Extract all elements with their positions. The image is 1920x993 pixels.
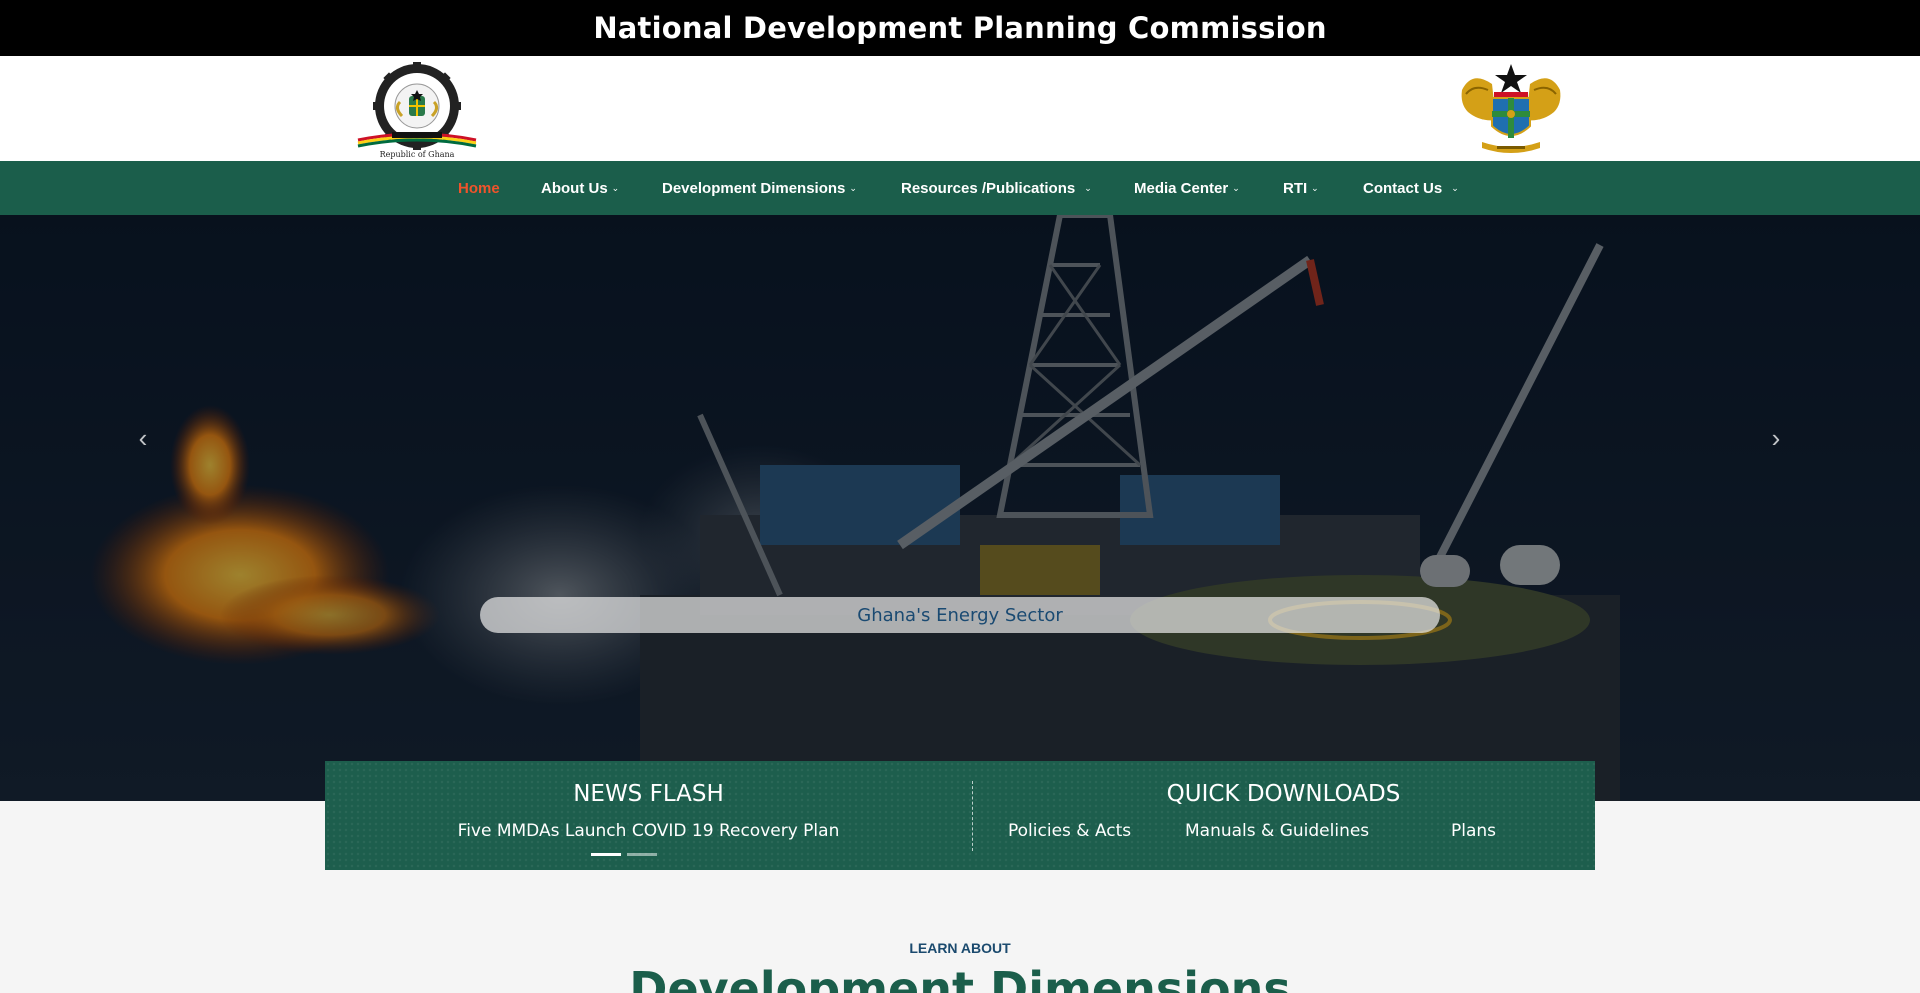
quick-downloads-title: QUICK DOWNLOADS <box>1166 781 1401 807</box>
nav-about-us[interactable]: About Us ⌄ <box>541 161 619 215</box>
nav-development-dimensions-label: Development Dimensions <box>662 179 846 197</box>
nav-media-center[interactable]: Media Center ⌄ <box>1134 161 1240 215</box>
download-policies-acts-link[interactable]: Policies & Acts <box>1008 821 1131 841</box>
news-slide-indicator-1[interactable] <box>591 853 621 856</box>
news-slide-indicator-2[interactable] <box>627 853 657 856</box>
learn-about-label: LEARN ABOUT <box>909 940 1011 956</box>
chevron-down-icon: ⌄ <box>1232 182 1240 193</box>
nav-rti-label: RTI <box>1283 179 1308 197</box>
nav-resources-publications[interactable]: Resources /Publications ⌄ <box>901 161 1092 215</box>
carousel-prev-button[interactable]: ‹ <box>128 423 158 453</box>
development-dimensions-heading: Development Dimensions <box>629 962 1291 993</box>
nav-media-center-label: Media Center <box>1134 179 1229 197</box>
chevron-down-icon: ⌄ <box>611 182 620 193</box>
main-nav-list: Home About Us ⌄ Development Dimensions ⌄… <box>0 161 1920 215</box>
download-plans-link[interactable]: Plans <box>1451 821 1496 841</box>
hero-caption[interactable]: Ghana's Energy Sector <box>480 597 1440 633</box>
hero-caption-text: Ghana's Energy Sector <box>857 604 1063 626</box>
carousel-next-button[interactable]: › <box>1761 423 1791 453</box>
download-manuals-guidelines-link[interactable]: Manuals & Guidelines <box>1185 821 1369 841</box>
chevron-down-icon: ⌄ <box>1084 182 1092 193</box>
site-title-bar: National Development Planning Commission <box>0 0 1920 56</box>
nav-development-dimensions[interactable]: Development Dimensions ⌄ <box>662 161 857 215</box>
nav-about-us-label: About Us <box>541 179 608 197</box>
ghana-coat-of-arms <box>1452 60 1570 156</box>
nav-rti[interactable]: RTI ⌄ <box>1283 161 1319 215</box>
chevron-down-icon: ⌄ <box>1451 182 1459 193</box>
site-title: National Development Planning Commission <box>593 11 1327 45</box>
news-flash-title: NEWS FLASH <box>573 781 724 807</box>
logo-bar: Republic of Ghana <box>0 56 1920 161</box>
nav-contact-us[interactable]: Contact Us ⌄ <box>1363 161 1459 215</box>
chevron-right-icon: › <box>1771 422 1781 453</box>
news-flash-headline[interactable]: Five MMDAs Launch COVID 19 Recovery Plan <box>325 821 972 841</box>
chevron-left-icon: ‹ <box>138 422 148 453</box>
chevron-down-icon: ⌄ <box>849 182 857 193</box>
chevron-down-icon: ⌄ <box>1311 182 1319 193</box>
panel-pattern <box>325 761 1595 870</box>
hero-carousel: ‹ › <box>0 215 1920 801</box>
hero-slide-image <box>0 215 1920 801</box>
nav-home[interactable]: Home <box>458 161 500 215</box>
nav-home-label: Home <box>458 179 500 197</box>
nav-contact-us-label: Contact Us <box>1363 179 1443 197</box>
ndpc-logo-caption: Republic of Ghana <box>380 150 455 159</box>
main-nav: Home About Us ⌄ Development Dimensions ⌄… <box>0 161 1920 215</box>
ndpc-logo[interactable]: Republic of Ghana <box>352 62 482 160</box>
news-downloads-panel: NEWS FLASH Five MMDAs Launch COVID 19 Re… <box>325 761 1595 870</box>
nav-resources-publications-label: Resources /Publications <box>901 179 1076 197</box>
